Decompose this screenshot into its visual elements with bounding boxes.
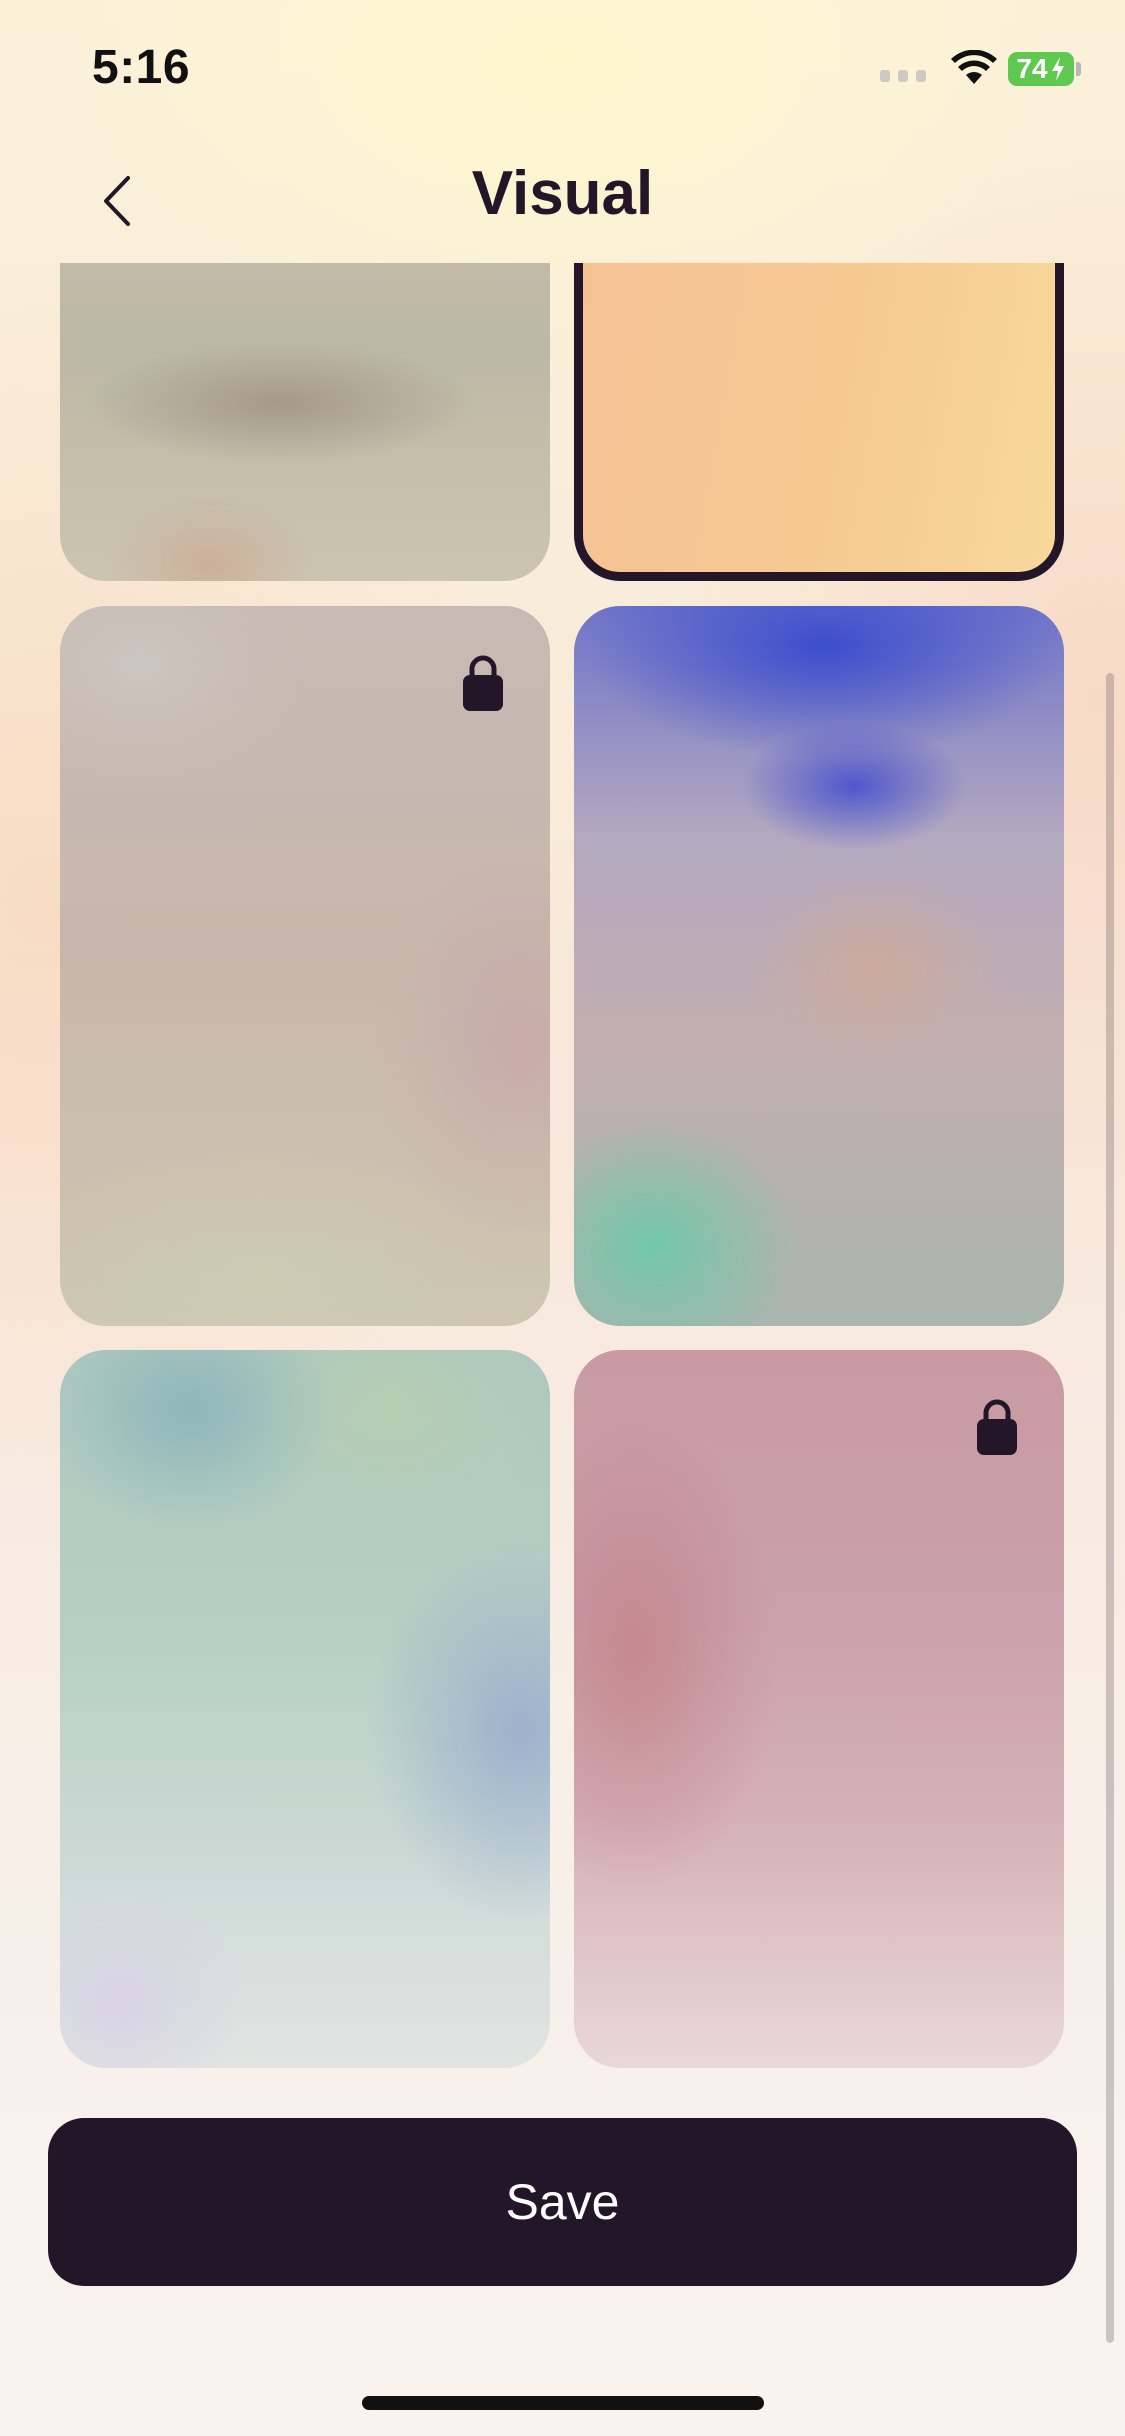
wallpaper-tile-1[interactable] [60,263,550,581]
wallpaper-tile-4[interactable] [574,606,1064,1326]
charging-bolt-icon [1051,57,1064,81]
lock-icon [463,655,503,711]
wallpaper-tile-6[interactable] [574,1350,1064,2068]
wallpaper-tile-5[interactable] [60,1350,550,2068]
wallpaper-grid[interactable] [0,263,1125,2078]
home-indicator[interactable] [362,2396,764,2410]
wifi-icon [951,50,997,84]
scrollbar[interactable] [1106,673,1114,2343]
status-time: 5:16 [92,41,191,94]
nav-bar: Visual [0,140,1125,260]
cellular-signal-icon [880,70,926,82]
battery-tip [1076,62,1081,76]
lock-icon [977,1399,1017,1455]
wallpaper-tile-2[interactable] [574,263,1064,581]
save-button[interactable]: Save [48,2118,1077,2286]
battery-level: 74 [1016,53,1048,84]
page-title: Visual [471,159,654,228]
wallpaper-tile-3[interactable] [60,606,550,1326]
status-bar: 5:16 74 [0,0,1125,140]
battery-icon: 74 [1008,52,1074,86]
